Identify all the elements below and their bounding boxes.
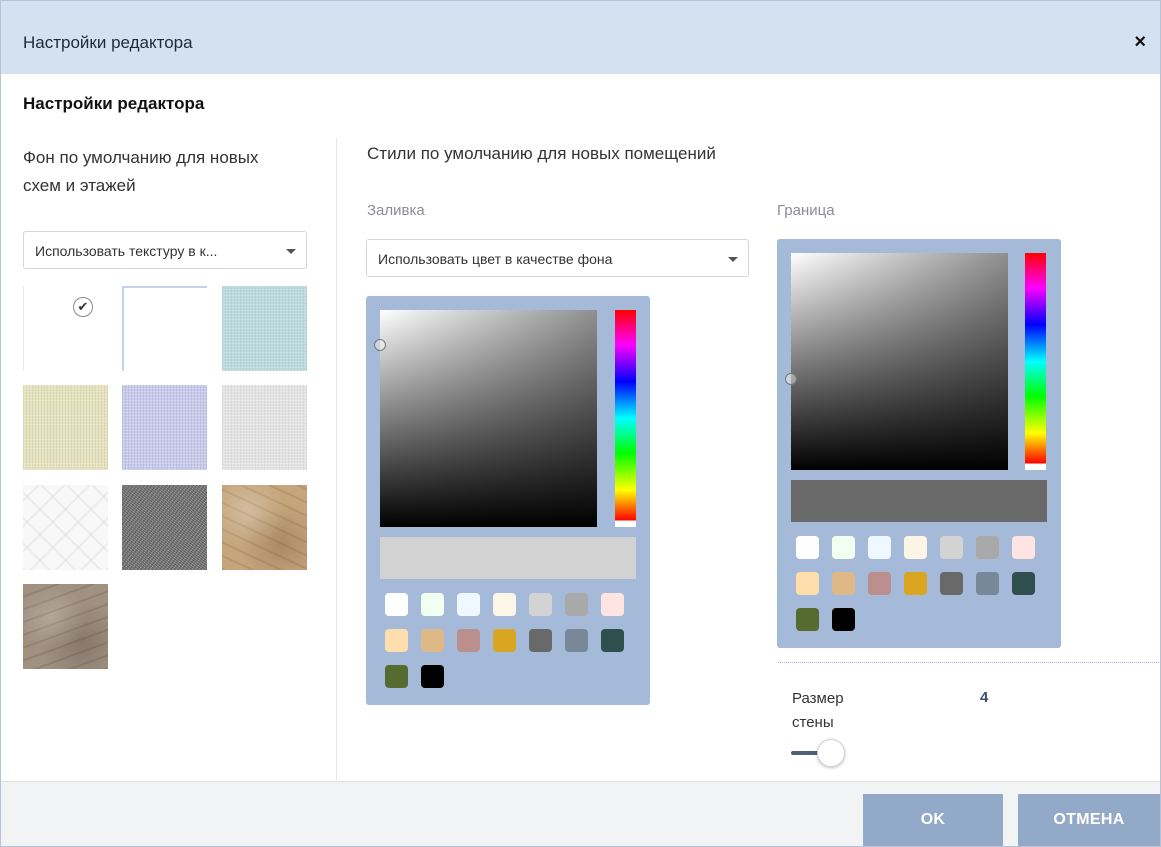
border-saturation-value-area[interactable] — [785, 253, 1008, 470]
fill-mode-value: Использовать цвет в качестве фона — [378, 251, 613, 267]
border-swatch[interactable] — [796, 608, 819, 631]
fill-swatch[interactable] — [493, 593, 516, 616]
fill-swatch[interactable] — [529, 593, 552, 616]
border-swatch[interactable] — [796, 572, 819, 595]
fill-swatch[interactable] — [457, 593, 480, 616]
texture-grey-linen[interactable] — [222, 385, 307, 470]
wall-size-slider-handle[interactable] — [817, 739, 845, 767]
default-background-label: Фон по умолчанию для новых схем и этажей — [23, 148, 259, 195]
texture-tan-leather[interactable] — [222, 485, 307, 570]
background-mode-select[interactable]: Использовать текстуру в к... — [23, 231, 307, 269]
fill-color-preview — [380, 537, 636, 579]
separator — [778, 662, 1159, 663]
check-icon: ✔ — [73, 297, 93, 317]
border-swatch[interactable] — [868, 536, 891, 559]
border-swatch[interactable] — [1012, 572, 1035, 595]
border-swatch[interactable] — [796, 536, 819, 559]
texture-beige-linen[interactable] — [23, 385, 108, 470]
fill-swatch[interactable] — [565, 629, 588, 652]
fill-color-handle[interactable] — [374, 339, 386, 351]
texture-grey-noise[interactable] — [122, 485, 207, 570]
border-swatch[interactable] — [832, 572, 855, 595]
settings-heading: Настройки редактора — [23, 94, 205, 113]
fill-swatch[interactable] — [601, 629, 624, 652]
fill-swatch[interactable] — [565, 593, 588, 616]
fill-mode-select[interactable]: Использовать цвет в качестве фона — [366, 239, 749, 277]
border-swatch[interactable] — [976, 536, 999, 559]
border-hue-slider[interactable] — [1025, 253, 1046, 470]
editor-settings-dialog: Настройки редактора × Настройки редактор… — [0, 0, 1161, 847]
border-swatch[interactable] — [868, 572, 891, 595]
chevron-down-icon — [728, 257, 738, 262]
border-color-picker — [777, 239, 1061, 648]
fill-color-picker — [366, 296, 650, 705]
border-swatch[interactable] — [832, 608, 855, 631]
border-color-handle[interactable] — [785, 373, 797, 385]
texture-light-blue-linen[interactable] — [222, 286, 307, 371]
fill-label: Заливка — [367, 202, 425, 219]
texture-white[interactable]: ✔ — [23, 286, 108, 371]
texture-white-pattern[interactable] — [23, 485, 108, 570]
background-mode-value: Использовать текстуру в к... — [35, 243, 218, 259]
ok-button[interactable]: OK — [863, 794, 1003, 846]
wall-size-label: Размер стены — [792, 690, 844, 731]
border-label: Граница — [777, 202, 835, 219]
dialog-titlebar: Настройки редактора × — [1, 1, 1160, 74]
dialog-footer: OK ОТМЕНА — [1, 781, 1160, 846]
texture-lavender-linen[interactable] — [122, 385, 207, 470]
fill-swatch[interactable] — [421, 593, 444, 616]
fill-saturation-value-area[interactable] — [374, 310, 597, 527]
column-divider — [336, 138, 337, 780]
fill-swatch[interactable] — [385, 593, 408, 616]
fill-swatch[interactable] — [421, 629, 444, 652]
dialog-title: Настройки редактора — [23, 33, 193, 52]
border-swatch[interactable] — [904, 572, 927, 595]
border-color-preview — [791, 480, 1047, 522]
texture-white-outline[interactable] — [122, 286, 207, 371]
chevron-down-icon — [286, 249, 296, 254]
room-styles-title: Стили по умолчанию для новых помещений — [367, 144, 716, 163]
fill-swatch[interactable] — [385, 629, 408, 652]
border-swatch[interactable] — [940, 572, 963, 595]
border-swatch[interactable] — [940, 536, 963, 559]
cancel-button[interactable]: ОТМЕНА — [1018, 794, 1160, 846]
fill-swatch[interactable] — [457, 629, 480, 652]
fill-swatch[interactable] — [601, 593, 624, 616]
wall-size-value: 4 — [980, 689, 989, 706]
fill-swatch[interactable] — [421, 665, 444, 688]
fill-swatch[interactable] — [493, 629, 516, 652]
fill-swatch[interactable] — [529, 629, 552, 652]
close-icon[interactable]: × — [1134, 31, 1146, 54]
texture-taupe-leather[interactable] — [23, 584, 108, 669]
border-swatch[interactable] — [904, 536, 927, 559]
border-swatch[interactable] — [832, 536, 855, 559]
fill-hue-slider[interactable] — [615, 310, 636, 527]
border-swatch[interactable] — [976, 572, 999, 595]
fill-swatch[interactable] — [385, 665, 408, 688]
border-swatch[interactable] — [1012, 536, 1035, 559]
